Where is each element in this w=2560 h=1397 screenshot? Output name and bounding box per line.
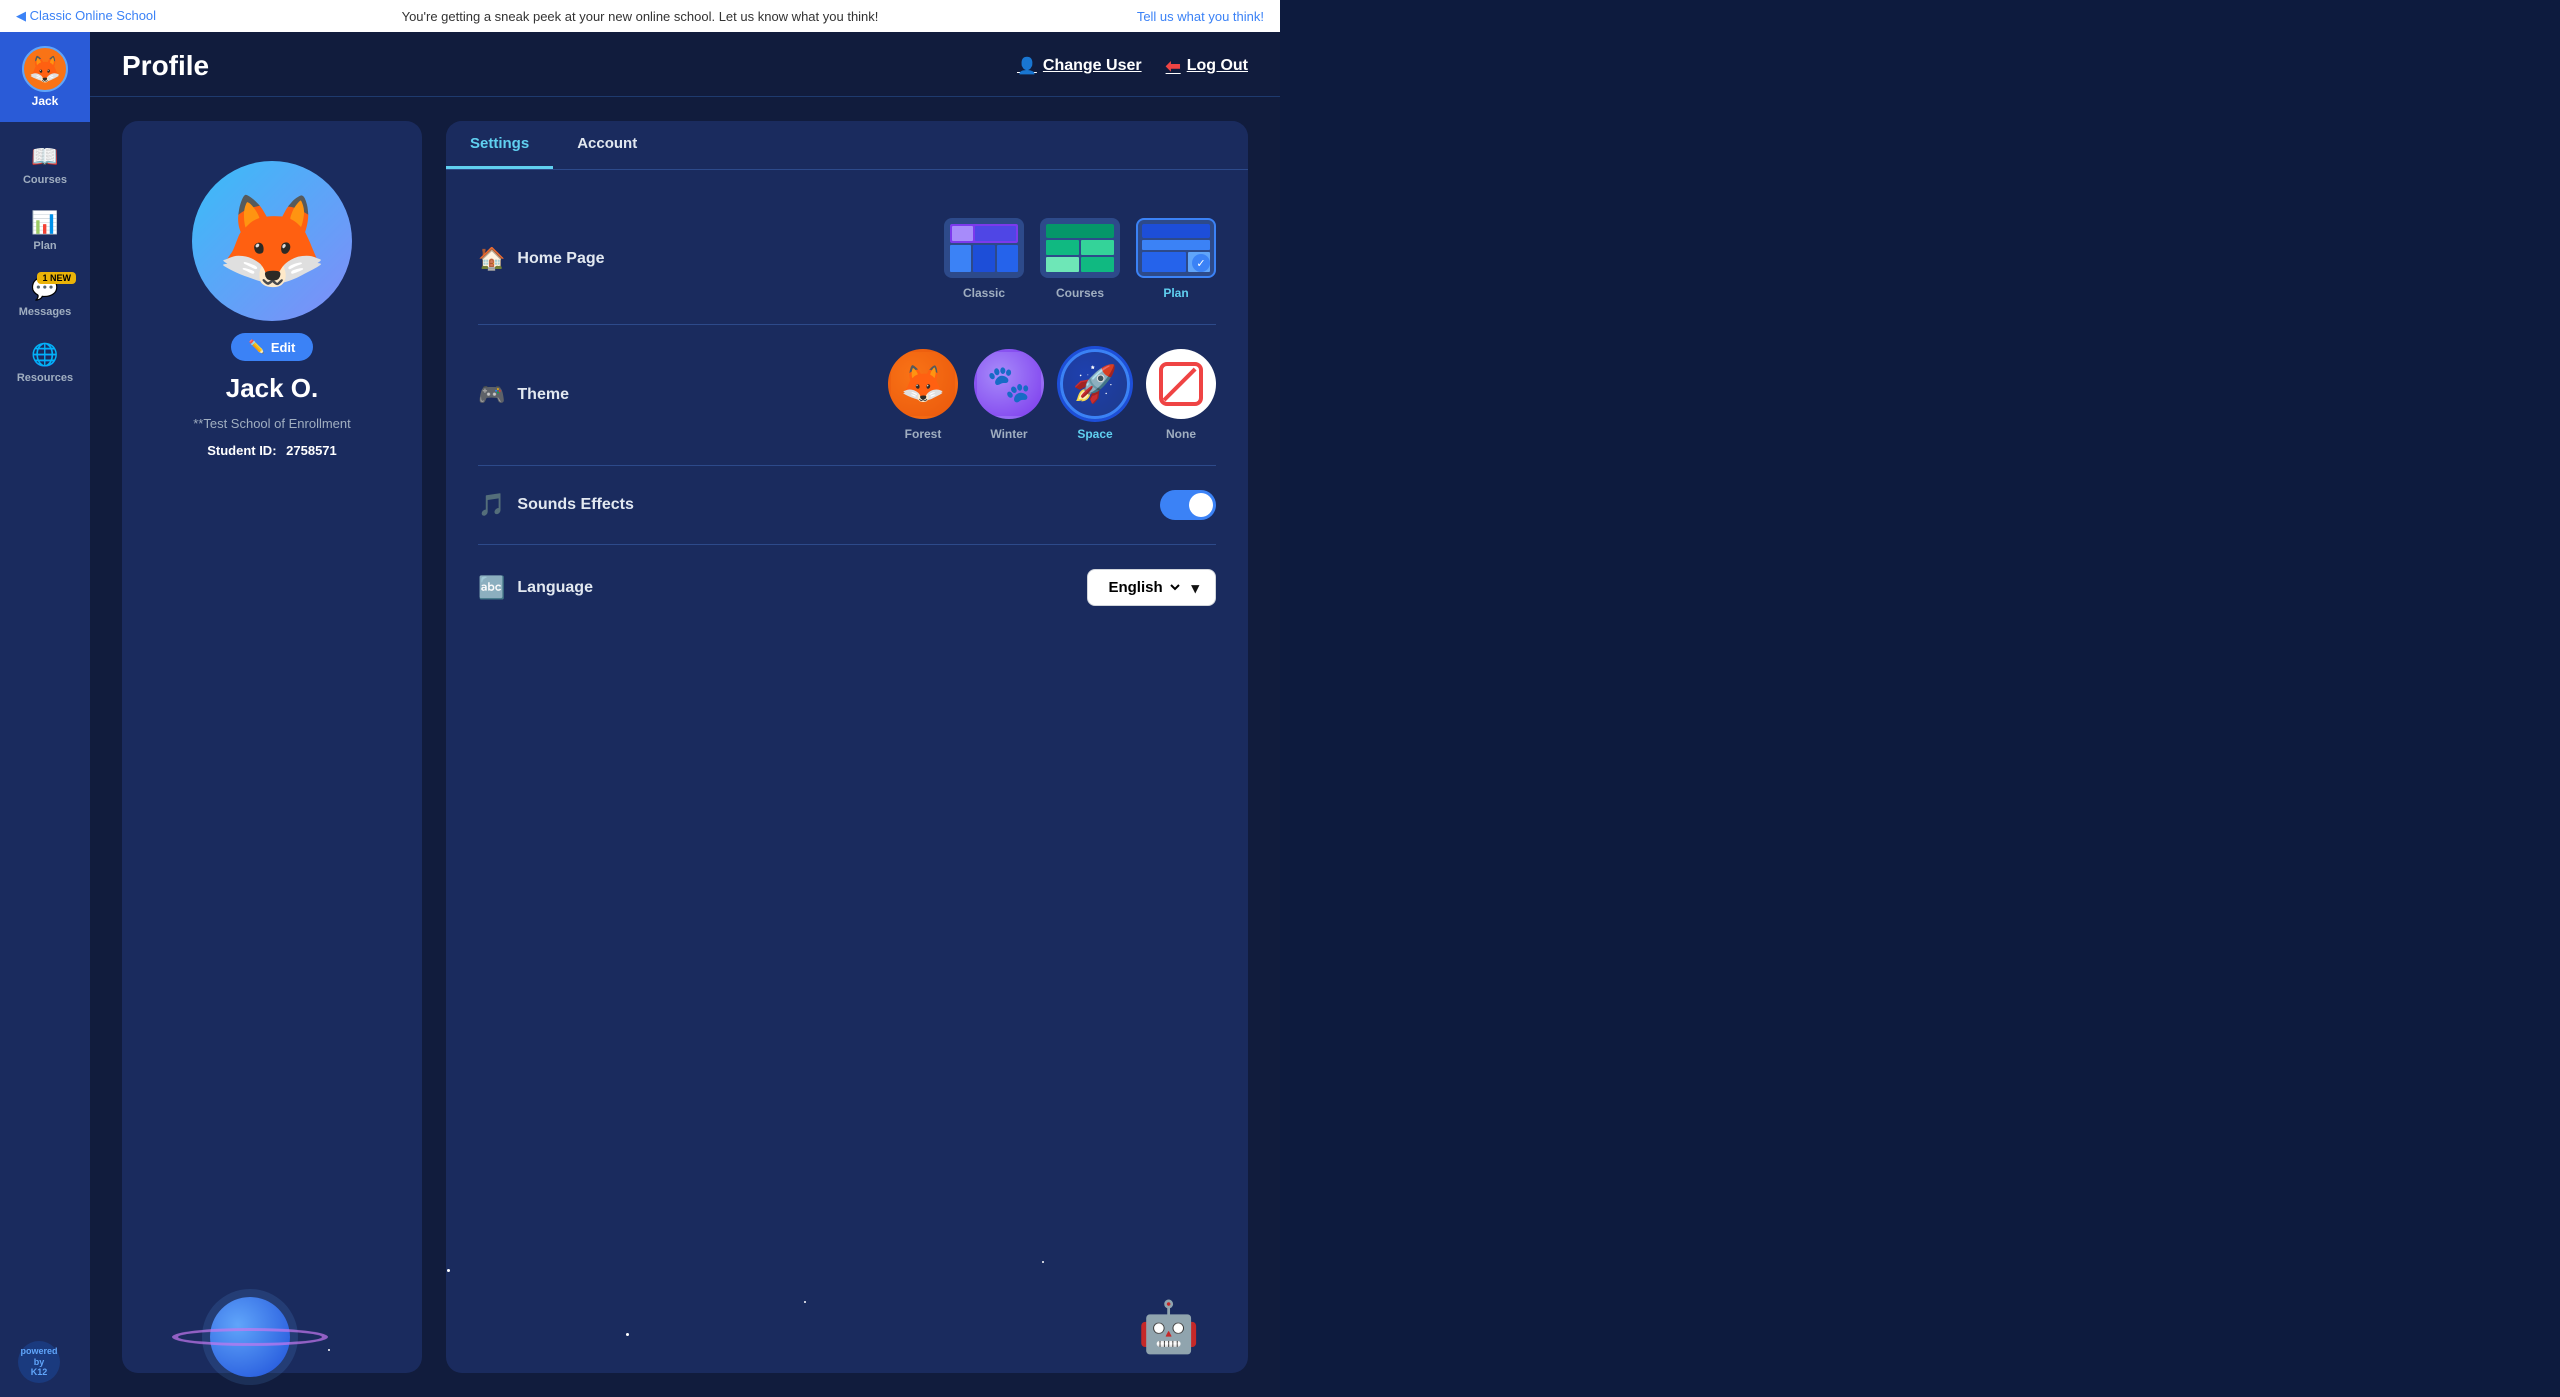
messages-badge: 1 NEW (37, 272, 76, 284)
sidebar-item-resources-label: Resources (17, 372, 73, 384)
language-dropdown[interactable]: English Spanish French (1104, 578, 1183, 597)
homepage-options: Classic (944, 218, 1216, 300)
sound-effects-label-group: 🎵 Sounds Effects (478, 492, 634, 518)
powered-by: poweredbyK12 (18, 1341, 60, 1383)
theme-option-winter-label: Winter (990, 427, 1027, 441)
logout-button[interactable]: ⬅ Log Out (1166, 56, 1248, 77)
theme-option-space[interactable]: 🚀 Space (1060, 349, 1130, 441)
sidebar-item-courses[interactable]: 📖 Courses (0, 130, 90, 196)
sidebar-item-courses-label: Courses (23, 174, 67, 186)
logout-label: Log Out (1187, 57, 1248, 75)
logout-icon: ⬅ (1166, 56, 1181, 77)
content-area: 🦊 ✏️ Edit Jack O. **Test School of Enrol… (90, 97, 1280, 1397)
homepage-checkmark: ✓ (1192, 254, 1210, 272)
toggle-knob (1189, 493, 1213, 517)
theme-option-forest-label: Forest (905, 427, 942, 441)
courses-icon: 📖 (31, 144, 58, 170)
language-label: Language (517, 579, 593, 597)
tabs: Settings Account (446, 121, 1248, 170)
feedback-link[interactable]: Tell us what you think! (1137, 9, 1264, 24)
sound-effects-toggle[interactable] (1160, 490, 1216, 520)
student-id-label: Student ID: (207, 443, 276, 458)
avatar-emoji: 🦊 (29, 54, 61, 85)
header-actions: 👤 Change User ⬅ Log Out (1017, 56, 1248, 77)
profile-avatar-wrap: 🦊 (192, 161, 352, 321)
theme-option-space-label: Space (1077, 427, 1112, 441)
sidebar-item-plan-label: Plan (33, 240, 56, 252)
tab-settings[interactable]: Settings (446, 121, 553, 169)
homepage-option-plan[interactable]: ✓ Plan (1136, 218, 1216, 300)
sound-effects-label: Sounds Effects (517, 496, 633, 514)
sidebar-nav: 📖 Courses 📊 Plan 💬 1 NEW Messages 🌐 Reso… (0, 122, 90, 394)
profile-student-id: Student ID: 2758571 (207, 443, 337, 458)
sound-effects-icon: 🎵 (478, 492, 505, 518)
change-user-button[interactable]: 👤 Change User (1017, 56, 1142, 76)
theme-thumb-none (1146, 349, 1216, 419)
profile-name: Jack O. (226, 373, 319, 404)
homepage-thumb-plan: ✓ (1136, 218, 1216, 278)
theme-label-group: 🎮 Theme (478, 382, 569, 408)
top-banner: ◀ Classic Online School You're getting a… (0, 0, 1280, 32)
settings-content: 🏠 Home Page (446, 170, 1248, 654)
edit-label: Edit (271, 340, 296, 355)
edit-icon: ✏️ (249, 339, 265, 355)
homepage-row: 🏠 Home Page (478, 194, 1216, 325)
powered-by-logo: poweredbyK12 (18, 1341, 60, 1383)
theme-thumb-space: 🚀 (1060, 349, 1130, 419)
homepage-option-plan-label: Plan (1163, 286, 1188, 300)
profile-edit-button[interactable]: ✏️ Edit (231, 333, 314, 361)
plan-icon: 📊 (31, 210, 58, 236)
app-layout: 🦊 Jack 📖 Courses 📊 Plan 💬 1 NEW Messages… (0, 32, 1280, 1397)
settings-panel: Settings Account 🏠 Home Page (446, 121, 1248, 1373)
homepage-thumb-classic (944, 218, 1024, 278)
theme-row: 🎮 Theme 🦊 Forest (478, 325, 1216, 466)
tab-account[interactable]: Account (553, 121, 661, 169)
theme-option-forest[interactable]: 🦊 Forest (888, 349, 958, 441)
sidebar-item-messages-label: Messages (19, 306, 72, 318)
homepage-label: Home Page (517, 250, 604, 268)
theme-none-icon (1159, 362, 1203, 406)
page-header: Profile 👤 Change User ⬅ Log Out (90, 32, 1280, 97)
theme-option-none-label: None (1166, 427, 1196, 441)
page-title: Profile (122, 50, 209, 82)
homepage-option-courses-label: Courses (1056, 286, 1104, 300)
theme-thumb-forest: 🦊 (888, 349, 958, 419)
theme-option-none[interactable]: None (1146, 349, 1216, 441)
sidebar-item-plan[interactable]: 📊 Plan (0, 196, 90, 262)
homepage-option-classic-label: Classic (963, 286, 1005, 300)
homepage-icon: 🏠 (478, 246, 505, 272)
back-to-classic-link[interactable]: ◀ Classic Online School (16, 8, 156, 24)
sidebar-item-resources[interactable]: 🌐 Resources (0, 328, 90, 394)
sidebar-avatar[interactable]: 🦊 Jack (0, 32, 90, 122)
profile-avatar-ring: 🦊 (192, 161, 352, 321)
change-user-icon: 👤 (1017, 56, 1037, 76)
theme-option-winter[interactable]: 🐾 Winter (974, 349, 1044, 441)
profile-card: 🦊 ✏️ Edit Jack O. **Test School of Enrol… (122, 121, 422, 1373)
sidebar: 🦊 Jack 📖 Courses 📊 Plan 💬 1 NEW Messages… (0, 32, 90, 1397)
sidebar-username: Jack (32, 94, 59, 108)
homepage-thumb-courses (1040, 218, 1120, 278)
sound-effects-row: 🎵 Sounds Effects (478, 466, 1216, 545)
change-user-label: Change User (1043, 57, 1142, 75)
avatar: 🦊 (22, 46, 68, 92)
sidebar-item-messages[interactable]: 💬 1 NEW Messages (0, 262, 90, 328)
homepage-label-group: 🏠 Home Page (478, 246, 605, 272)
language-icon: 🔤 (478, 575, 505, 601)
homepage-option-courses[interactable]: Courses (1040, 218, 1120, 300)
homepage-option-classic[interactable]: Classic (944, 218, 1024, 300)
chevron-down-icon: ▾ (1191, 579, 1199, 597)
language-row: 🔤 Language English Spanish French ▾ (478, 545, 1216, 630)
profile-school: **Test School of Enrollment (193, 416, 351, 431)
theme-thumb-winter: 🐾 (974, 349, 1044, 419)
main-content: Profile 👤 Change User ⬅ Log Out 🦊 (90, 32, 1280, 1397)
theme-icon: 🎮 (478, 382, 505, 408)
student-id-value: 2758571 (286, 443, 337, 458)
language-select[interactable]: English Spanish French ▾ (1087, 569, 1216, 606)
banner-message: You're getting a sneak peek at your new … (402, 9, 879, 24)
theme-label: Theme (517, 386, 569, 404)
language-label-group: 🔤 Language (478, 575, 593, 601)
resources-icon: 🌐 (31, 342, 58, 368)
theme-options: 🦊 Forest 🐾 Winter (888, 349, 1216, 441)
